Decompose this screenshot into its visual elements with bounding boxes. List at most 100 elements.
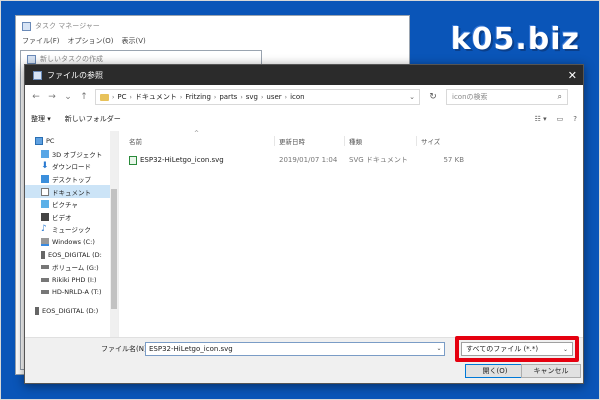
- close-icon[interactable]: ✕: [568, 69, 577, 82]
- open-button[interactable]: 開く(O): [465, 364, 525, 378]
- address-dropdown-icon[interactable]: ⌄: [409, 93, 415, 101]
- tree-item-windows-c[interactable]: Windows (C:): [25, 236, 118, 249]
- view-controls: ☷ ▾ ▭ ?: [535, 115, 577, 123]
- tree-item-volume-g[interactable]: ボリューム (G:): [25, 261, 118, 274]
- view-options-icon[interactable]: ☷ ▾: [535, 115, 547, 123]
- tree-item-3d-objects[interactable]: 3D オブジェクト: [25, 148, 118, 161]
- menu-options[interactable]: オプション(O): [68, 36, 114, 46]
- breadcrumb-fritzing[interactable]: Fritzing: [185, 93, 211, 101]
- pc-icon: [35, 137, 43, 146]
- tree-item-label: EOS_DIGITAL (D:: [48, 250, 102, 259]
- breadcrumb-icon[interactable]: icon: [290, 93, 305, 101]
- sd-card-icon: [35, 307, 39, 316]
- column-type[interactable]: 種類: [344, 136, 416, 146]
- tree-scrollbar[interactable]: [110, 131, 118, 337]
- column-name[interactable]: ^ 名前: [119, 130, 274, 146]
- tree-item-videos[interactable]: ビデオ: [25, 211, 118, 224]
- cube-icon: [41, 149, 49, 158]
- drive-icon: [41, 277, 49, 282]
- tree-item-label: ドキュメント: [52, 188, 91, 197]
- filename-label: ファイル名(N):: [101, 345, 150, 353]
- chevron-down-icon[interactable]: ⌄: [63, 92, 73, 102]
- tree-item-eos-digital[interactable]: EOS_DIGITAL (D:: [25, 248, 118, 261]
- file-row[interactable]: ESP32-HiLetgo_icon.svg 2019/01/07 1:04 S…: [119, 153, 583, 167]
- file-date: 2019/01/07 1:04: [279, 156, 338, 164]
- breadcrumb-svg[interactable]: svg: [246, 93, 258, 101]
- tree-item-hd-nrld[interactable]: HD-NRLD-A (T:): [25, 286, 118, 299]
- tree-item-label: Windows (C:): [52, 238, 95, 247]
- file-type-filter[interactable]: すべてのファイル (*.*) ⌄: [461, 342, 573, 356]
- task-manager-title: タスク マネージャー: [35, 22, 100, 30]
- new-task-title: 新しいタスクの作成: [40, 55, 103, 63]
- file-size: 57 KB: [443, 156, 464, 164]
- search-box[interactable]: iconの検索 ⌕: [446, 89, 568, 105]
- tree-item-label: EOS_DIGITAL (D:): [42, 307, 99, 316]
- file-browse-dialog: ファイルの参照 ✕ ← → ⌄ ↑ › PC › ドキュメント › Fritzi…: [24, 64, 584, 384]
- folder-icon: [100, 93, 109, 101]
- navigation-bar: ← → ⌄ ↑ › PC › ドキュメント › Fritzing › parts…: [25, 88, 583, 106]
- tree-item-desktop[interactable]: デスクトップ: [25, 173, 118, 186]
- site-logo: k05.biz: [450, 22, 580, 57]
- task-manager-titlebar: タスク マネージャー: [16, 16, 409, 36]
- picture-icon: [41, 200, 49, 209]
- tree-item-downloads[interactable]: ⬇ ダウンロード: [25, 160, 118, 173]
- tree-item-label: ボリューム (G:): [52, 264, 99, 273]
- tree-item-pc[interactable]: PC: [25, 135, 118, 148]
- tree-item-label: ダウンロード: [52, 163, 91, 172]
- help-icon[interactable]: ?: [573, 115, 577, 123]
- new-task-icon: [27, 54, 36, 64]
- address-bar[interactable]: › PC › ドキュメント › Fritzing › parts › svg ›…: [95, 89, 420, 105]
- preview-pane-icon[interactable]: ▭: [557, 115, 564, 123]
- menu-file[interactable]: ファイル(F): [22, 36, 60, 46]
- breadcrumb-pc[interactable]: PC: [117, 93, 126, 101]
- drive-icon: [41, 265, 49, 270]
- filename-dropdown-icon[interactable]: ⌄: [433, 342, 445, 356]
- dialog-title: ファイルの参照: [47, 70, 103, 80]
- tree-item-label: Rikiki PHD (I:): [52, 275, 97, 284]
- file-name-cell: ESP32-HiLetgo_icon.svg: [119, 155, 274, 165]
- up-arrow-icon[interactable]: ↑: [79, 92, 89, 102]
- tree-item-rikiki[interactable]: Rikiki PHD (I:): [25, 274, 118, 287]
- filter-value: すべてのファイル (*.*): [466, 345, 539, 353]
- forward-arrow-icon[interactable]: →: [47, 92, 57, 102]
- search-icon: ⌕: [557, 92, 562, 101]
- tree-item-documents[interactable]: ドキュメント: [25, 185, 118, 198]
- tree-item-label: 3D オブジェクト: [52, 150, 103, 159]
- task-manager-menubar: ファイル(F) オプション(O) 表示(V): [16, 36, 409, 46]
- file-list: ^ 名前 更新日時 種類 サイズ ESP32-HiLetgo_icon.svg …: [119, 130, 583, 337]
- chevron-down-icon: ⌄: [562, 345, 568, 353]
- breadcrumb-separator-icon: ›: [260, 93, 264, 101]
- tree-item-label: PC: [46, 137, 55, 146]
- tree-item-music[interactable]: ♪ ミュージック: [25, 223, 118, 236]
- drive-icon: [41, 238, 49, 247]
- menu-view[interactable]: 表示(V): [121, 36, 145, 46]
- dialog-toolbar: 整理 ▾ 新しいフォルダー ☷ ▾ ▭ ?: [25, 110, 583, 128]
- file-name: ESP32-HiLetgo_icon.svg: [140, 156, 224, 164]
- breadcrumb-parts[interactable]: parts: [219, 93, 237, 101]
- back-arrow-icon[interactable]: ←: [31, 92, 41, 102]
- organize-button[interactable]: 整理 ▾: [31, 114, 51, 124]
- file-list-header: ^ 名前 更新日時 種類 サイズ: [119, 130, 583, 149]
- filename-input[interactable]: ESP32-HiLetgo_icon.svg: [145, 342, 445, 356]
- column-date[interactable]: 更新日時: [274, 136, 344, 146]
- dialog-icon: [33, 70, 42, 80]
- search-placeholder: iconの検索: [452, 93, 488, 101]
- music-note-icon: ♪: [41, 224, 47, 235]
- tree-item-label: ピクチャ: [52, 201, 78, 210]
- new-folder-button[interactable]: 新しいフォルダー: [65, 114, 121, 124]
- column-size[interactable]: サイズ: [416, 136, 468, 146]
- tree-item-label: ミュージック: [52, 226, 91, 235]
- tree-scrollbar-thumb[interactable]: [111, 189, 117, 309]
- task-manager-icon: [22, 21, 31, 31]
- tree-item-pictures[interactable]: ピクチャ: [25, 198, 118, 211]
- breadcrumb-separator-icon: ›: [112, 93, 115, 101]
- breadcrumb-documents[interactable]: ドキュメント: [135, 92, 177, 102]
- tree-item-label: HD-NRLD-A (T:): [52, 288, 102, 297]
- breadcrumb-user[interactable]: user: [266, 93, 281, 101]
- cancel-button[interactable]: キャンセル: [521, 364, 581, 378]
- refresh-icon[interactable]: ↻: [426, 92, 440, 102]
- video-icon: [41, 212, 49, 221]
- tree-item-eos-digital-root[interactable]: EOS_DIGITAL (D:): [25, 305, 118, 318]
- download-arrow-icon: ⬇: [41, 161, 49, 172]
- drive-icon: [41, 290, 49, 295]
